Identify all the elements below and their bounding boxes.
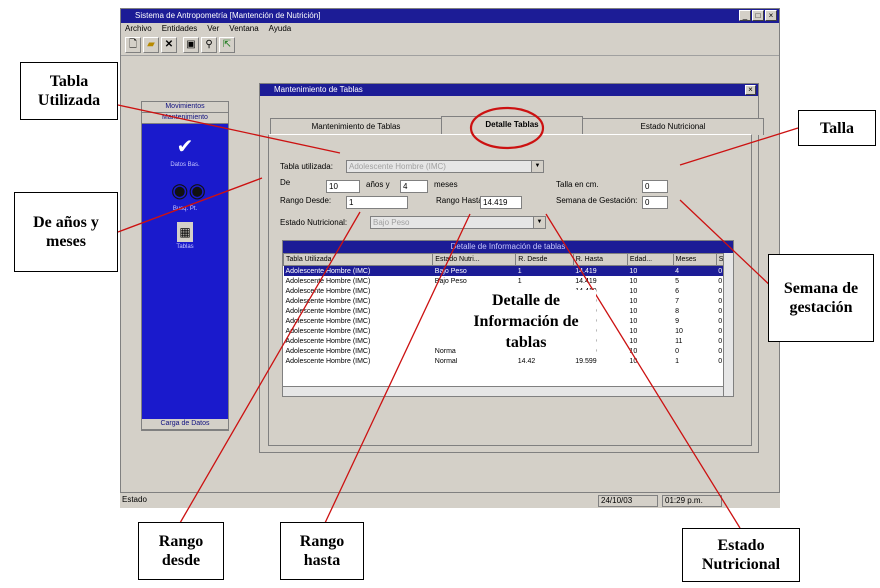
callout-estado-nutricional: Estado Nutricional bbox=[682, 528, 800, 582]
callout-talla: Talla bbox=[798, 110, 876, 146]
callout-tabla-utilizada: Tabla Utilizada bbox=[20, 62, 118, 120]
arrow-rango-hasta bbox=[324, 213, 471, 524]
callout-semana-gestacion: Semana de gestación bbox=[768, 254, 874, 342]
callout-rango-hasta: Rango hasta bbox=[280, 522, 364, 580]
callout-rango-desde: Rango desde bbox=[138, 522, 224, 580]
arrow-estado bbox=[545, 213, 741, 529]
callout-de-anos-meses: De años y meses bbox=[14, 192, 118, 272]
arrow-semana bbox=[679, 199, 776, 291]
arrow-tabla bbox=[117, 104, 341, 154]
arrow-rango-desde bbox=[179, 211, 361, 524]
arrow-de bbox=[117, 177, 263, 233]
highlight-ellipse bbox=[469, 106, 545, 150]
arrow-talla bbox=[679, 127, 799, 166]
overlay-detalle-informacion: Detalle de Información de tablas bbox=[456, 290, 596, 358]
annotation-arrows bbox=[117, 104, 799, 529]
